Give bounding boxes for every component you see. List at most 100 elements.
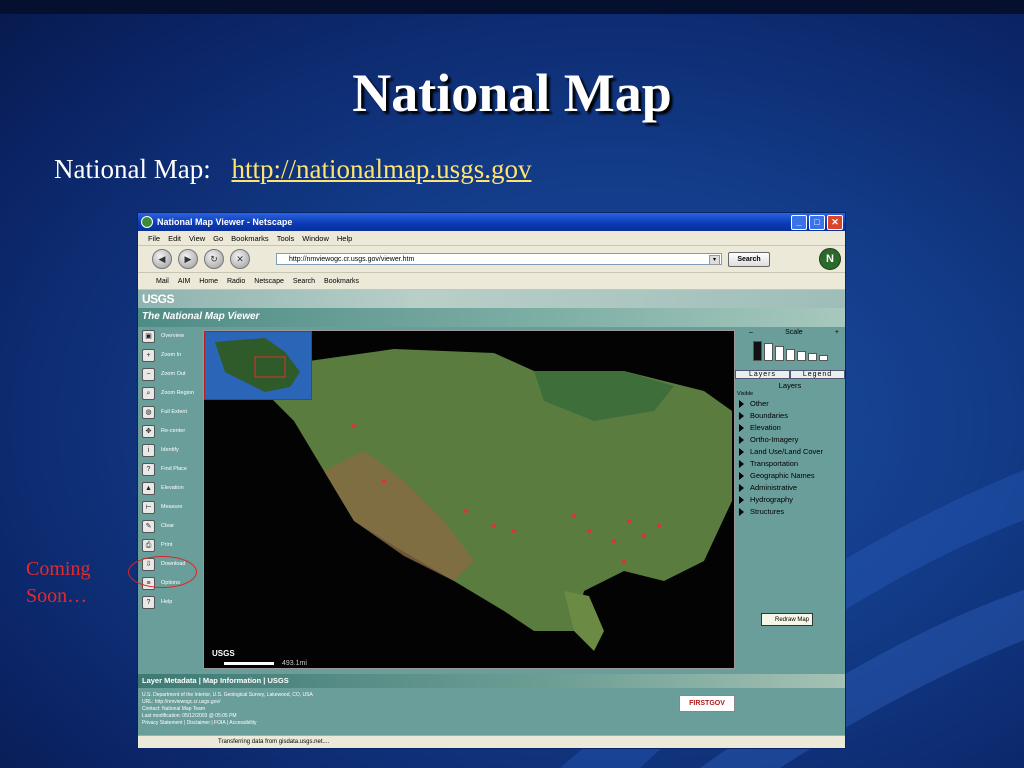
layer-transportation[interactable]: Transportation [739,459,798,468]
expand-arrow-icon [739,435,744,444]
tab-legend[interactable]: Legend [790,370,845,379]
tool-print[interactable]: ⎙ Print [142,536,172,554]
zoom-level-step[interactable] [753,341,762,361]
layer-hydrography[interactable]: Hydrography [739,495,793,504]
slide-title: National Map [352,63,672,123]
tool-label: Measure [161,504,183,510]
close-button[interactable]: ✕ [827,214,843,230]
tool-label: Zoom In [161,352,182,358]
zoom-level-step[interactable] [819,355,828,361]
menu-window[interactable]: Window [302,234,329,243]
toolbar-search[interactable]: Search [293,278,315,285]
tool-help[interactable]: ? Help [142,593,172,611]
footer-line[interactable]: Contact: National Map Team [142,706,205,712]
menu-bookmarks[interactable]: Bookmarks [231,234,269,243]
footer-line[interactable]: U.S. Department of the Interior, U.S. Ge… [142,692,313,698]
menu-help[interactable]: Help [337,234,352,243]
tool-elevation[interactable]: ▲ Elevation [142,479,184,497]
viewer-title: The National Map Viewer [142,311,260,322]
layers-header: Layers [778,381,802,390]
eraser-icon: ✎ [142,519,155,533]
zoom-level-step[interactable] [764,343,773,361]
scale-minus-button[interactable]: – [749,329,753,336]
tool-zoom-region[interactable]: ⌕ Zoom Region [142,384,194,402]
tool-clear[interactable]: ✎ Clear [142,517,174,535]
reload-icon[interactable]: ↻ [204,249,224,269]
search-button[interactable]: Search [728,251,770,267]
toolbar-radio[interactable]: Radio [227,278,245,285]
expand-arrow-icon [739,507,744,516]
metadata-links[interactable]: Layer Metadata | Map Information | USGS [142,676,289,685]
zoom-level-step[interactable] [808,353,817,361]
overview-icon: ▣ [142,329,155,343]
zoom-out-icon: − [142,367,155,381]
tool-overview[interactable]: ▣ Overview [142,327,184,345]
globe-icon: ◍ [142,405,155,419]
layer-label: Administrative [750,483,798,492]
menu-file[interactable]: File [148,234,160,243]
minimize-button[interactable]: _ [791,214,807,230]
layer-other[interactable]: Other [739,399,769,408]
zoom-level-slider[interactable] [753,341,828,361]
layer-elevation[interactable]: Elevation [739,423,781,432]
netscape-logo-icon[interactable]: N [819,248,841,270]
zoom-level-step[interactable] [786,349,795,361]
layer-label: Other [750,399,769,408]
forward-icon[interactable]: ▶ [178,249,198,269]
slide-top-band [0,0,1024,14]
layer-label: Ortho-Imagery [750,435,799,444]
menu-bar: File Edit View Go Bookmarks Tools Window… [138,231,845,246]
overview-inset-map[interactable] [204,331,312,400]
tool-identify[interactable]: i Identify [142,441,179,459]
tool-full-extent[interactable]: ◍ Full Extent [142,403,187,421]
map-view[interactable]: USGS 493.1mi [203,330,735,669]
menu-tools[interactable]: Tools [277,234,295,243]
toolbar-home[interactable]: Home [199,278,218,285]
toolbar-aim[interactable]: AIM [178,278,190,285]
layer-label: Boundaries [750,411,788,420]
browser-window: National Map Viewer - Netscape _ □ ✕ Fil… [137,212,846,749]
toolbar-bookmarks[interactable]: Bookmarks [324,278,359,285]
firstgov-logo[interactable]: FIRSTGOV [679,695,735,712]
layer-ortho-imagery[interactable]: Ortho-Imagery [739,435,798,444]
zoom-level-step[interactable] [797,351,806,361]
footer-line: URL: http://nmviewogc.cr.usgs.gov/ [142,699,221,705]
tool-zoom-in[interactable]: + Zoom In [142,346,181,364]
window-titlebar[interactable]: National Map Viewer - Netscape _ □ ✕ [138,213,845,231]
national-map-link[interactable]: http://nationalmap.usgs.gov [231,154,531,184]
footer-line[interactable]: Privacy Statement | Disclaimer | FOIA | … [142,720,256,726]
toolbar-mail[interactable]: Mail [156,278,169,285]
maximize-button[interactable]: □ [809,214,825,230]
recenter-icon: ✥ [142,424,155,438]
toolbar-netscape[interactable]: Netscape [254,278,284,285]
layer-structures[interactable]: Structures [739,507,784,516]
tool-recenter[interactable]: ✥ Re-center [142,422,185,440]
tool-label: Identify [161,447,179,453]
menu-edit[interactable]: Edit [168,234,181,243]
url-field[interactable]: http://nmviewogc.cr.usgs.gov/viewer.htm … [276,253,722,265]
zoom-level-step[interactable] [775,346,784,361]
layer-boundaries[interactable]: Boundaries [739,411,788,420]
stop-icon[interactable]: ✕ [230,249,250,269]
usgs-logo[interactable]: USGS [142,292,175,306]
url-dropdown-icon[interactable]: ▾ [709,255,720,265]
tab-layers[interactable]: Layers [735,370,790,379]
menu-go[interactable]: Go [213,234,223,243]
tool-measure[interactable]: ⊢ Measure [142,498,182,516]
measure-icon: ⊢ [142,500,155,514]
redraw-map-button[interactable]: Redraw Map [761,613,813,626]
layer-land-use[interactable]: Land Use/Land Cover [739,447,823,456]
scale-plus-button[interactable]: + [835,329,839,336]
layer-administrative[interactable]: Administrative [739,483,797,492]
back-icon[interactable]: ◀ [152,249,172,269]
footer-line: Last modification: 05/12/2003 @ 05:05 PM [142,713,237,719]
slide-subtitle: National Map: http://nationalmap.usgs.go… [54,154,531,185]
tool-find-place[interactable]: ? Find Place [142,460,187,478]
tool-label: Zoom Region [161,390,195,396]
menu-view[interactable]: View [189,234,205,243]
tool-zoom-out[interactable]: − Zoom Out [142,365,185,383]
callout-line-1: Coming [26,558,91,580]
map-scale-bar [224,662,274,665]
layer-geographic-names[interactable]: Geographic Names [739,471,815,480]
info-icon: i [142,443,155,457]
